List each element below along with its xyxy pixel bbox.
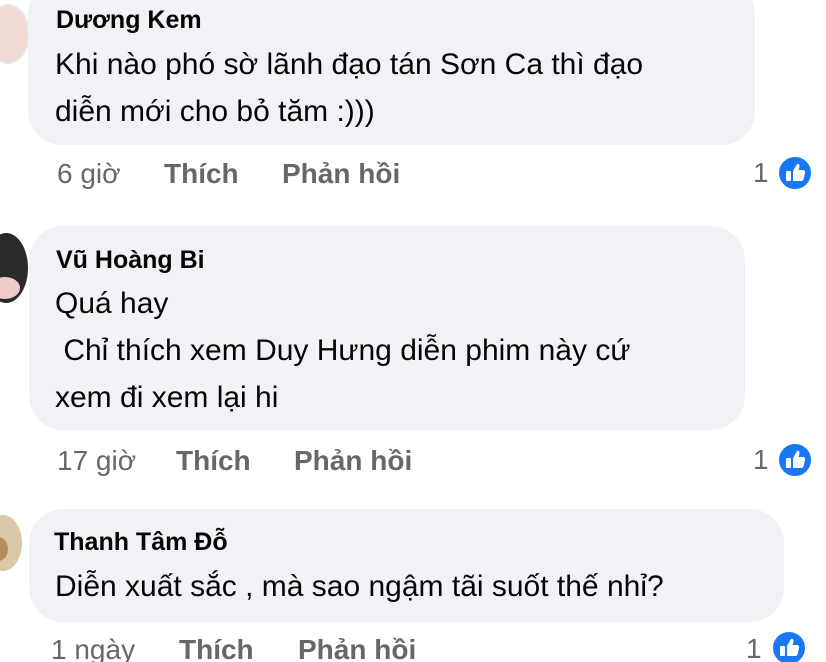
avatar[interactable] (0, 233, 28, 303)
like-button[interactable]: Thích (164, 158, 239, 190)
comment-text-line: Quá hay (55, 287, 169, 320)
avatar-highlight (0, 537, 8, 561)
comment-bubble (29, 509, 784, 622)
thumbs-up-icon[interactable] (771, 630, 807, 662)
reply-button[interactable]: Phản hồi (282, 158, 400, 190)
like-button[interactable]: Thích (176, 445, 251, 477)
reaction-count[interactable]: 1 (753, 157, 769, 189)
comment-thread: Dương Kem Khi nào phó sờ lãnh đạo tán Sơ… (0, 0, 826, 662)
reaction-count[interactable]: 1 (753, 444, 769, 476)
comment-author[interactable]: Vũ Hoàng Bi (56, 246, 205, 275)
reaction-count[interactable]: 1 (746, 633, 762, 662)
comment-timestamp[interactable]: 17 giờ (57, 445, 136, 477)
thumbs-up-icon[interactable] (777, 155, 813, 191)
comment-text-line: Chỉ thích xem Duy Hưng diễn phim này cứ (55, 334, 631, 367)
reply-button[interactable]: Phản hồi (298, 634, 416, 662)
comment-text-line: diễn mới cho bỏ tăm :))) (55, 95, 375, 128)
comment-timestamp[interactable]: 6 giờ (57, 158, 121, 190)
like-button[interactable]: Thích (179, 634, 254, 662)
avatar-highlight (0, 277, 20, 299)
comment-timestamp[interactable]: 1 ngày (51, 634, 135, 662)
avatar[interactable] (0, 4, 30, 64)
comment-text-line: xem đi xem lại hi (55, 381, 279, 414)
comment-text-line: Diễn xuất sắc , mà sao ngậm tãi suốt thế… (55, 570, 664, 603)
comment-author[interactable]: Dương Kem (56, 6, 202, 35)
avatar[interactable] (0, 515, 22, 571)
thumbs-up-icon[interactable] (777, 442, 813, 478)
comment-author[interactable]: Thanh Tâm Đỗ (54, 528, 228, 557)
reply-button[interactable]: Phản hồi (294, 445, 412, 477)
comment-text-line: Khi nào phó sờ lãnh đạo tán Sơn Ca thì đ… (55, 48, 644, 81)
